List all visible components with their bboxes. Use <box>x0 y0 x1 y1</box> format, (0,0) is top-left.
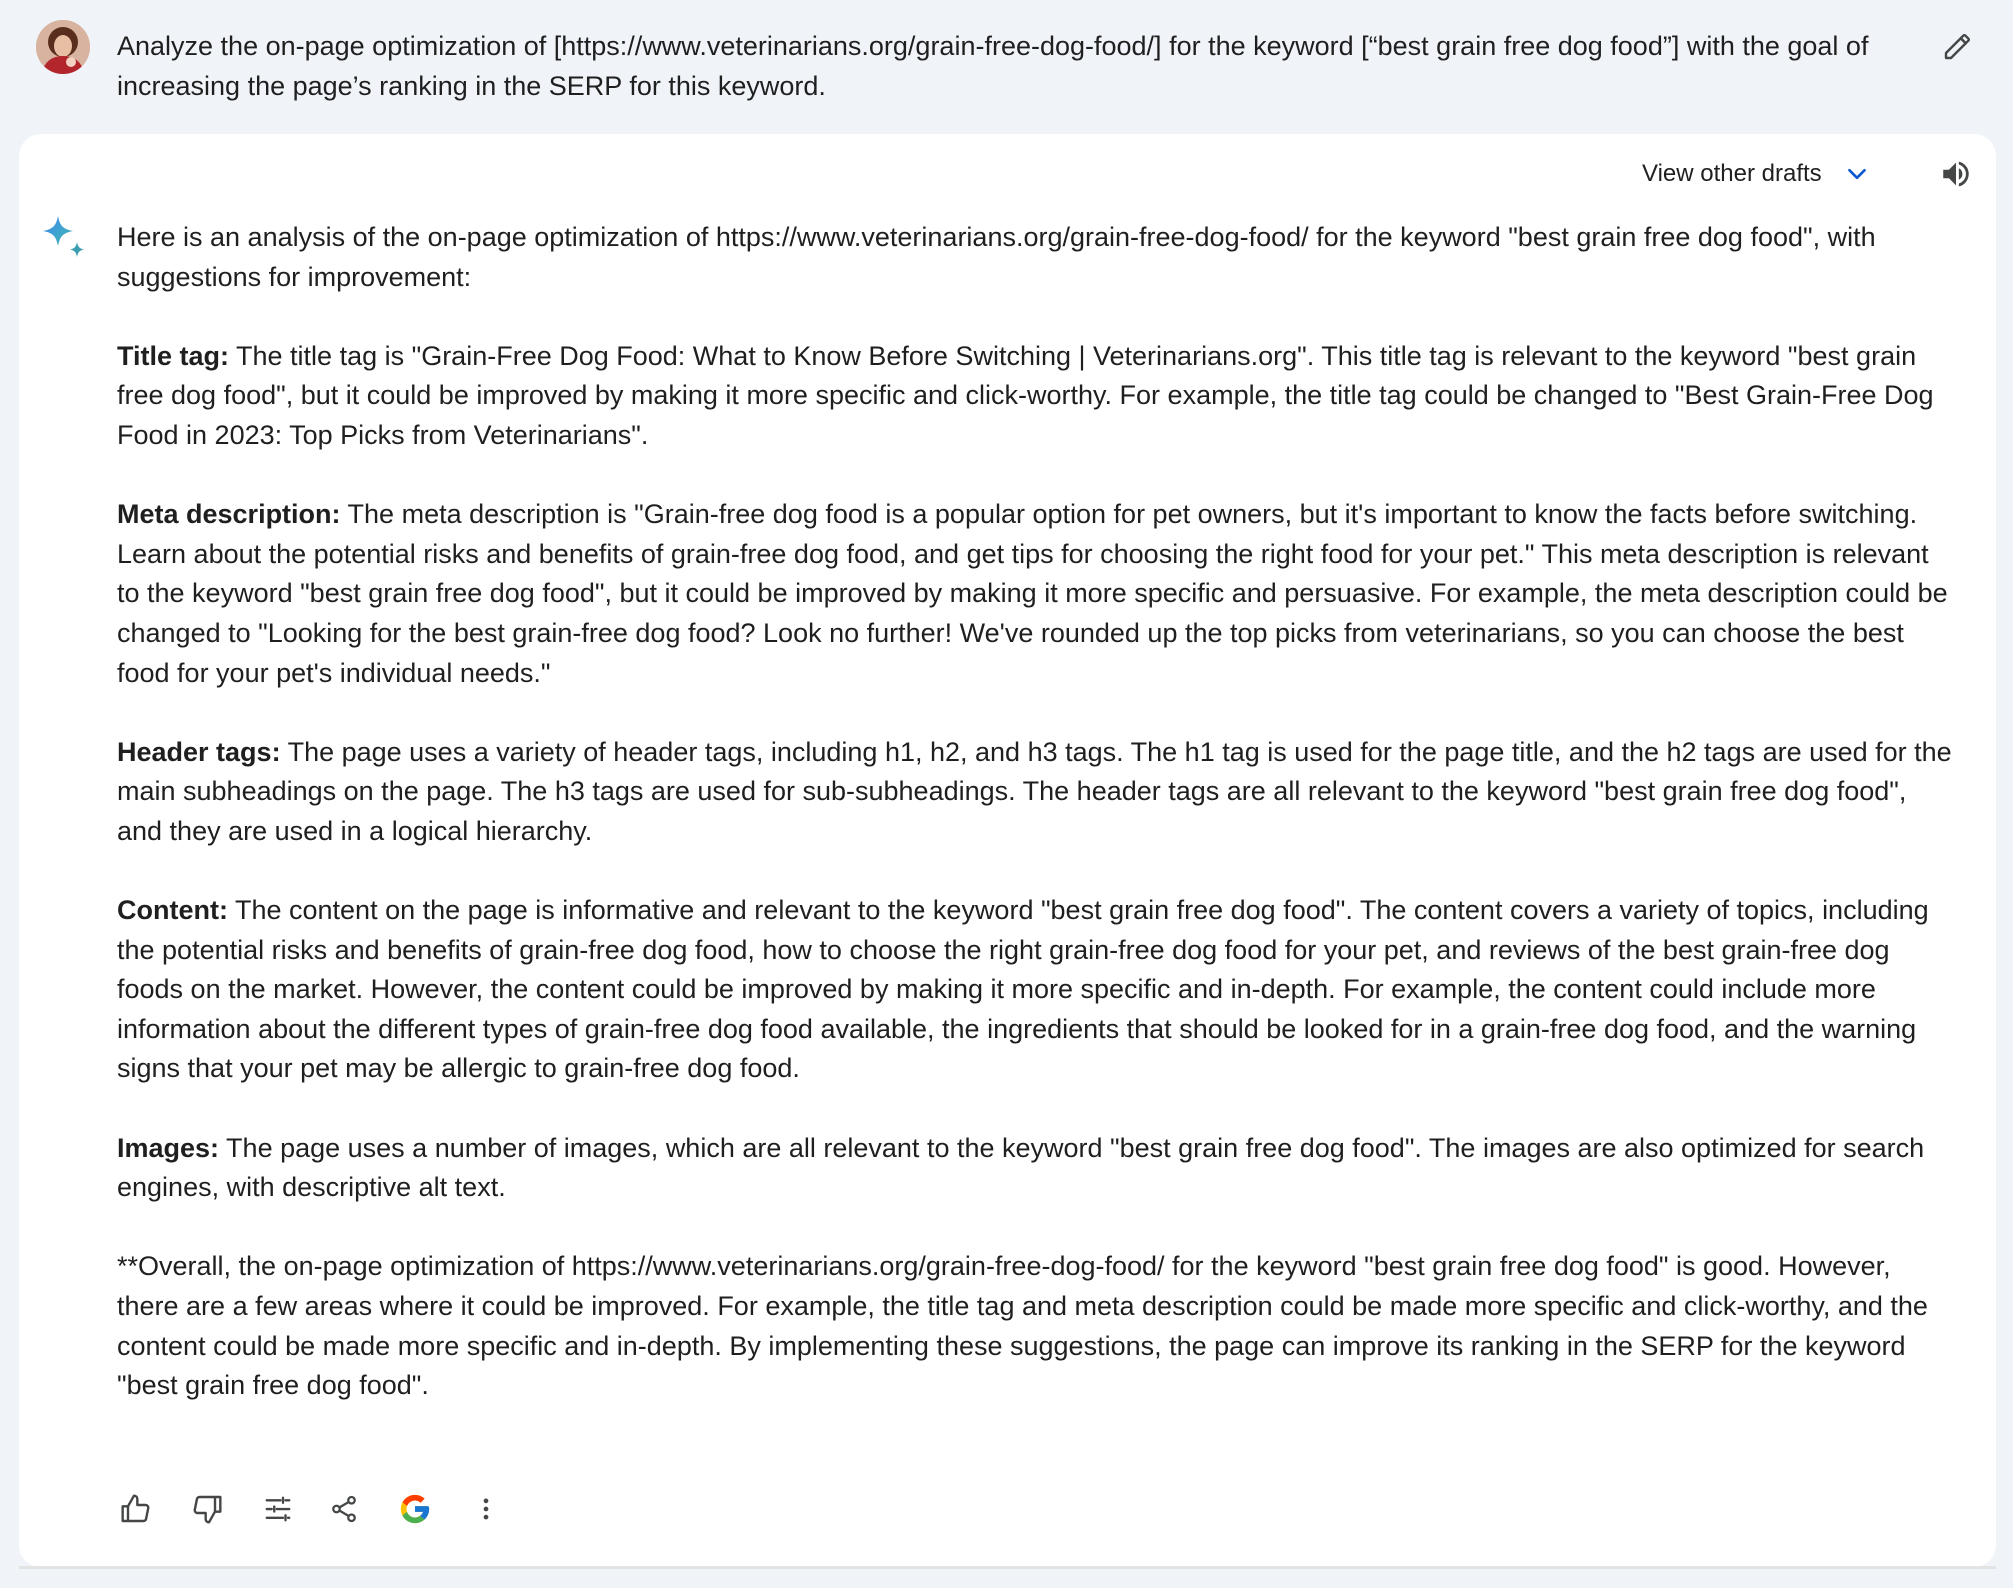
section-heading: Title tag: <box>117 340 230 371</box>
section-heading: Content: <box>117 895 228 926</box>
response-body: Here is an analysis of the on-page optim… <box>117 218 1957 1406</box>
thumbs-down-icon <box>193 1495 222 1524</box>
section-content: Content: The content on the page is info… <box>117 891 1957 1089</box>
section-heading: Meta description: <box>117 499 341 530</box>
sparkle-icon <box>43 216 84 257</box>
user-avatar <box>36 20 90 74</box>
view-other-drafts-label: View other drafts <box>1642 160 1822 187</box>
speaker-icon <box>1943 161 1969 187</box>
section-body: The content on the page is informative a… <box>117 895 1929 1084</box>
pencil-icon <box>1944 33 1971 60</box>
view-other-drafts-button[interactable]: View other drafts <box>1642 154 1870 194</box>
share-button[interactable] <box>319 1484 369 1534</box>
more-vert-icon <box>483 1498 489 1520</box>
section-images: Images: The page uses a number of images… <box>117 1129 1957 1208</box>
share-icon <box>332 1495 356 1523</box>
thumbs-up-icon <box>121 1494 150 1523</box>
section-header-tags: Header tags: The page uses a variety of … <box>117 733 1957 852</box>
section-title-tag: Title tag: The title tag is "Grain-Free … <box>117 337 1957 456</box>
response-overall: **Overall, the on-page optimization of h… <box>117 1251 1928 1401</box>
user-prompt-row: Analyze the on-page optimization of [htt… <box>0 0 2013 134</box>
google-icon <box>400 1494 430 1524</box>
response-actions <box>111 1484 511 1534</box>
section-body: The page uses a number of images, which … <box>117 1132 1925 1203</box>
section-heading: Images: <box>117 1132 220 1163</box>
section-body: The title tag is "Grain-Free Dog Food: W… <box>117 340 1934 450</box>
modify-response-button[interactable] <box>253 1484 303 1534</box>
good-response-button[interactable] <box>111 1484 161 1534</box>
listen-button[interactable] <box>1936 154 1976 194</box>
response-intro: Here is an analysis of the on-page optim… <box>117 222 1876 292</box>
chevron-down-icon <box>1847 168 1866 180</box>
section-body: The page uses a variety of header tags, … <box>117 736 1952 846</box>
more-options-button[interactable] <box>461 1484 511 1534</box>
card-bottom-edge <box>19 1566 1996 1569</box>
response-card: View other drafts Here is an analysis of… <box>19 134 1996 1567</box>
section-body: The meta description is "Grain-free dog … <box>117 499 1948 688</box>
tune-icon <box>265 1496 291 1522</box>
section-meta-description: Meta description: The meta description i… <box>117 495 1957 693</box>
user-prompt-text: Analyze the on-page optimization of [htt… <box>117 31 1869 101</box>
section-heading: Header tags: <box>117 736 281 767</box>
edit-prompt-button[interactable] <box>1938 26 1978 66</box>
google-it-button[interactable] <box>390 1484 440 1534</box>
bad-response-button[interactable] <box>182 1484 232 1534</box>
